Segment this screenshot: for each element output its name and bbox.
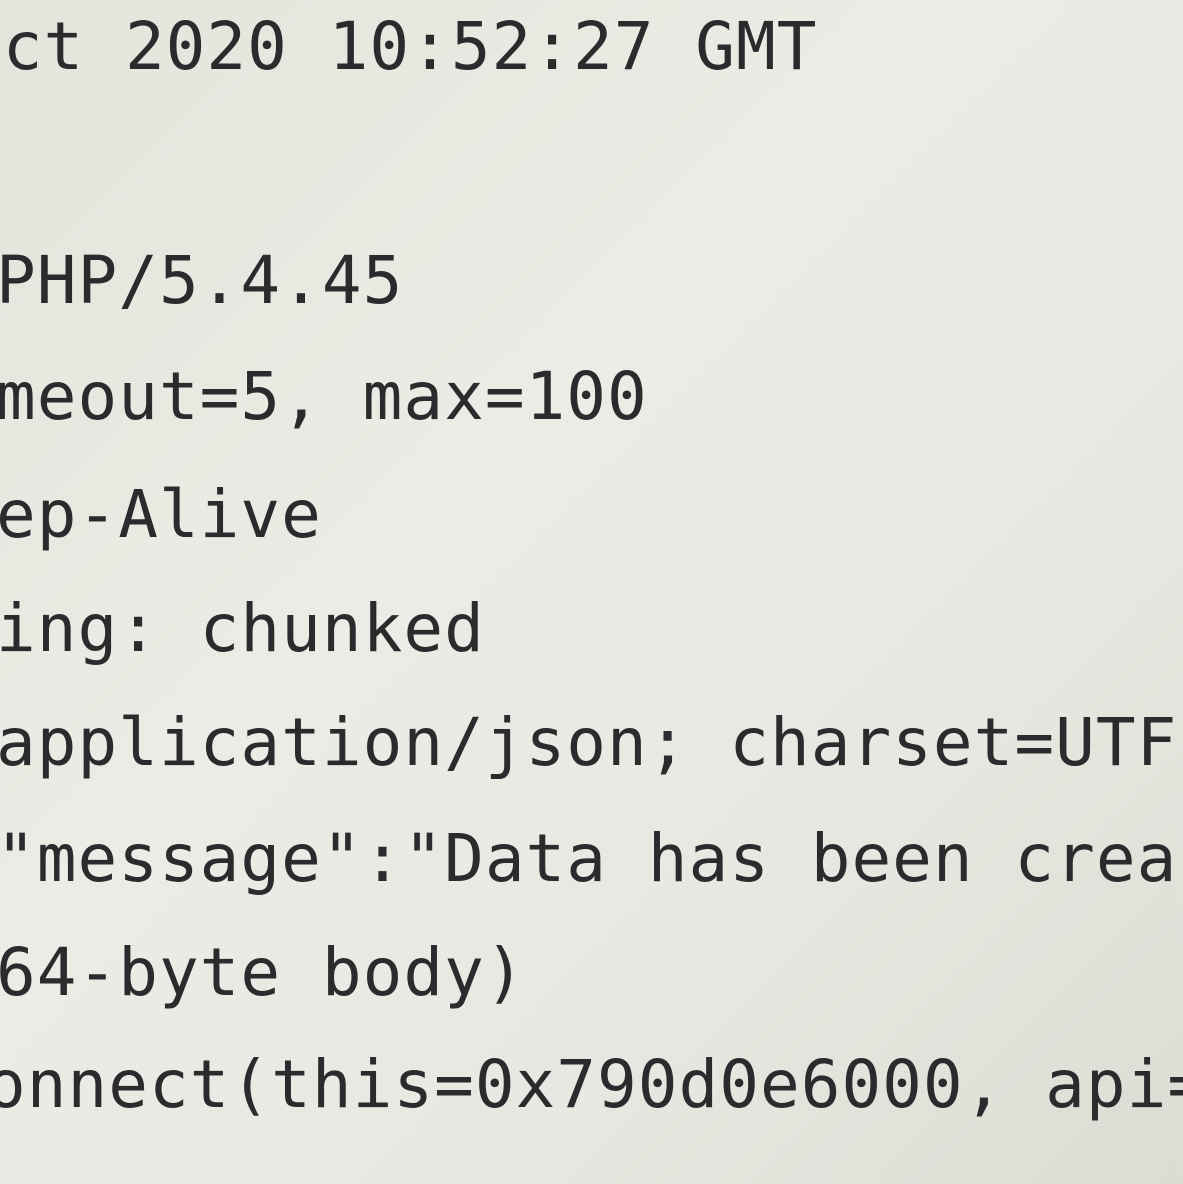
date-header-line: Oct 2020 10:52:27 GMT — [0, 8, 818, 85]
body-size-line: 64-byte body) — [0, 934, 526, 1011]
content-type-line: application/json; charset=UTF — [0, 704, 1178, 781]
keep-alive-params-line: meout=5, max=100 — [0, 358, 648, 435]
transfer-encoding-line: ing: chunked — [0, 590, 485, 667]
response-body-line: "message":"Data has been crea — [0, 820, 1178, 897]
x-powered-by-line: PHP/5.4.45 — [0, 242, 404, 319]
disconnect-line: onnect(this=0x790d0e6000, api= — [0, 1046, 1183, 1123]
connection-line: ep-Alive — [0, 476, 322, 553]
